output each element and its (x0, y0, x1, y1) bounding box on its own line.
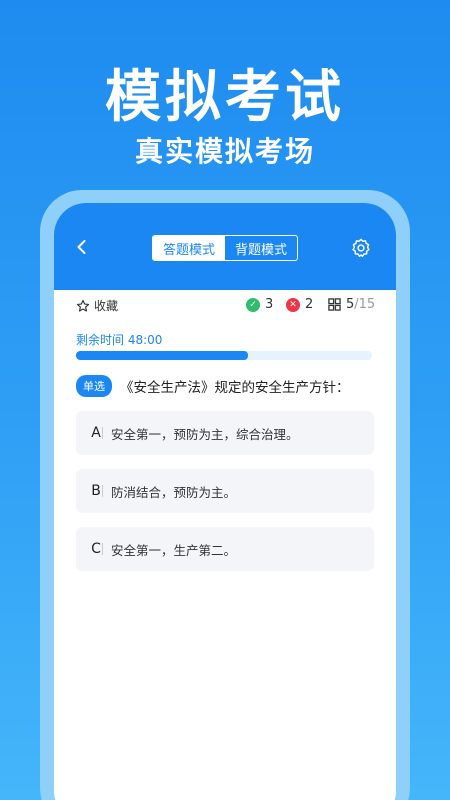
hero-subtitle: 真实模拟考场 (134, 135, 315, 168)
correct-count-value: 3 (265, 297, 274, 312)
tab-memorize-mode[interactable]: 背题模式 (225, 236, 297, 260)
option-letter: B (91, 483, 101, 499)
timer-label: 剩余时间 48:00 (76, 333, 163, 347)
progress-fill (76, 351, 248, 360)
option-letter: C (91, 541, 101, 557)
chevron-left-icon (77, 240, 86, 254)
option-letter: A (91, 425, 101, 441)
back-button[interactable] (72, 237, 92, 257)
option-b[interactable]: B 防消结合，预防为主。 (76, 469, 374, 513)
tab-answer-mode[interactable]: 答题模式 (153, 236, 225, 260)
app-header: 答题模式 背题模式 (54, 203, 396, 290)
question-total: /15 (354, 297, 376, 312)
question-type-badge: 单选 (76, 375, 112, 397)
question-row: 单选 《安全生产法》规定的安全生产方针： (76, 375, 376, 397)
gear-icon (352, 238, 370, 257)
progress-bar (76, 351, 372, 360)
check-icon: ✓ (246, 297, 260, 312)
hero-title: 模拟考试 (105, 65, 345, 130)
question-text: 《安全生产法》规定的安全生产方针： (120, 380, 350, 396)
settings-button[interactable] (350, 237, 372, 259)
correct-count: ✓ 3 (246, 297, 273, 312)
stats-row: 收藏 ✓ 3 ✕ 2 5/15 (76, 297, 376, 317)
option-a[interactable]: A 安全第一，预防为主，综合治理。 (76, 411, 374, 455)
favorite-button[interactable]: 收藏 (76, 297, 118, 314)
star-icon (76, 299, 90, 312)
option-text: 安全第一，预防为主，综合治理。 (111, 426, 299, 442)
option-text: 安全第一，生产第二。 (111, 542, 237, 558)
option-text: 防消结合，预防为主。 (111, 484, 237, 500)
wrong-count-value: 2 (305, 297, 314, 312)
grid-icon (328, 298, 341, 311)
cross-icon: ✕ (286, 297, 300, 312)
mode-switch: 答题模式 背题模式 (152, 235, 298, 261)
option-c[interactable]: C 安全第一，生产第二。 (76, 527, 374, 571)
question-index[interactable]: 5/15 (328, 297, 375, 312)
wrong-count: ✕ 2 (286, 297, 313, 312)
favorite-label: 收藏 (94, 299, 119, 313)
phone-screen: 答题模式 背题模式 收藏 ✓ 3 ✕ 2 5/15 剩余时间 48:00 单选 … (54, 203, 396, 800)
